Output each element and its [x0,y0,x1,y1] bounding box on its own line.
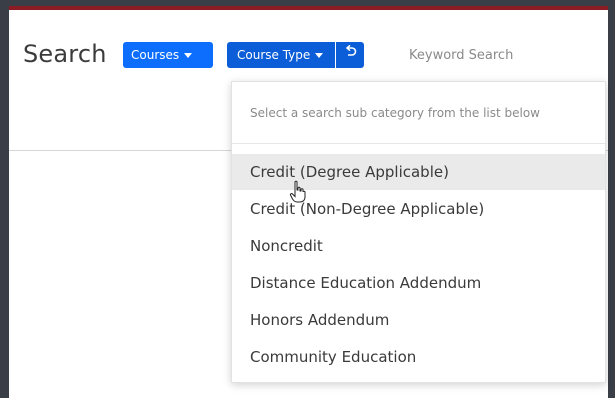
caret-down-icon [315,52,324,58]
dropdown-item-distance-education-addendum[interactable]: Distance Education Addendum [232,265,605,301]
dropdown-item-noncredit[interactable]: Noncredit [232,228,605,264]
course-type-button-label: Course Type [237,48,311,62]
dropdown-item-community-education[interactable]: Community Education [232,339,605,375]
undo-icon [343,42,357,68]
caret-down-icon [184,52,193,58]
reset-button[interactable] [336,42,364,68]
main-content: Search Courses Course Type Keyword Searc… [9,10,608,398]
page-title: Search [23,40,107,68]
dropdown-separator [232,143,605,144]
courses-button-label: Courses [131,48,180,62]
dropdown-item-credit-degree-applicable[interactable]: Credit (Degree Applicable) [232,154,605,190]
hand-pointer-icon [289,180,307,204]
dropdown-header: Select a search sub category from the li… [250,106,540,120]
keyword-search-input[interactable]: Keyword Search [409,48,513,63]
course-type-dropdown-button[interactable]: Course Type [227,42,335,68]
dropdown-item-credit-non-degree-applicable[interactable]: Credit (Non-Degree Applicable) [232,191,605,227]
courses-dropdown-button[interactable]: Courses [123,42,213,68]
course-type-dropdown-menu: Select a search sub category from the li… [231,81,606,383]
dropdown-item-honors-addendum[interactable]: Honors Addendum [232,302,605,338]
